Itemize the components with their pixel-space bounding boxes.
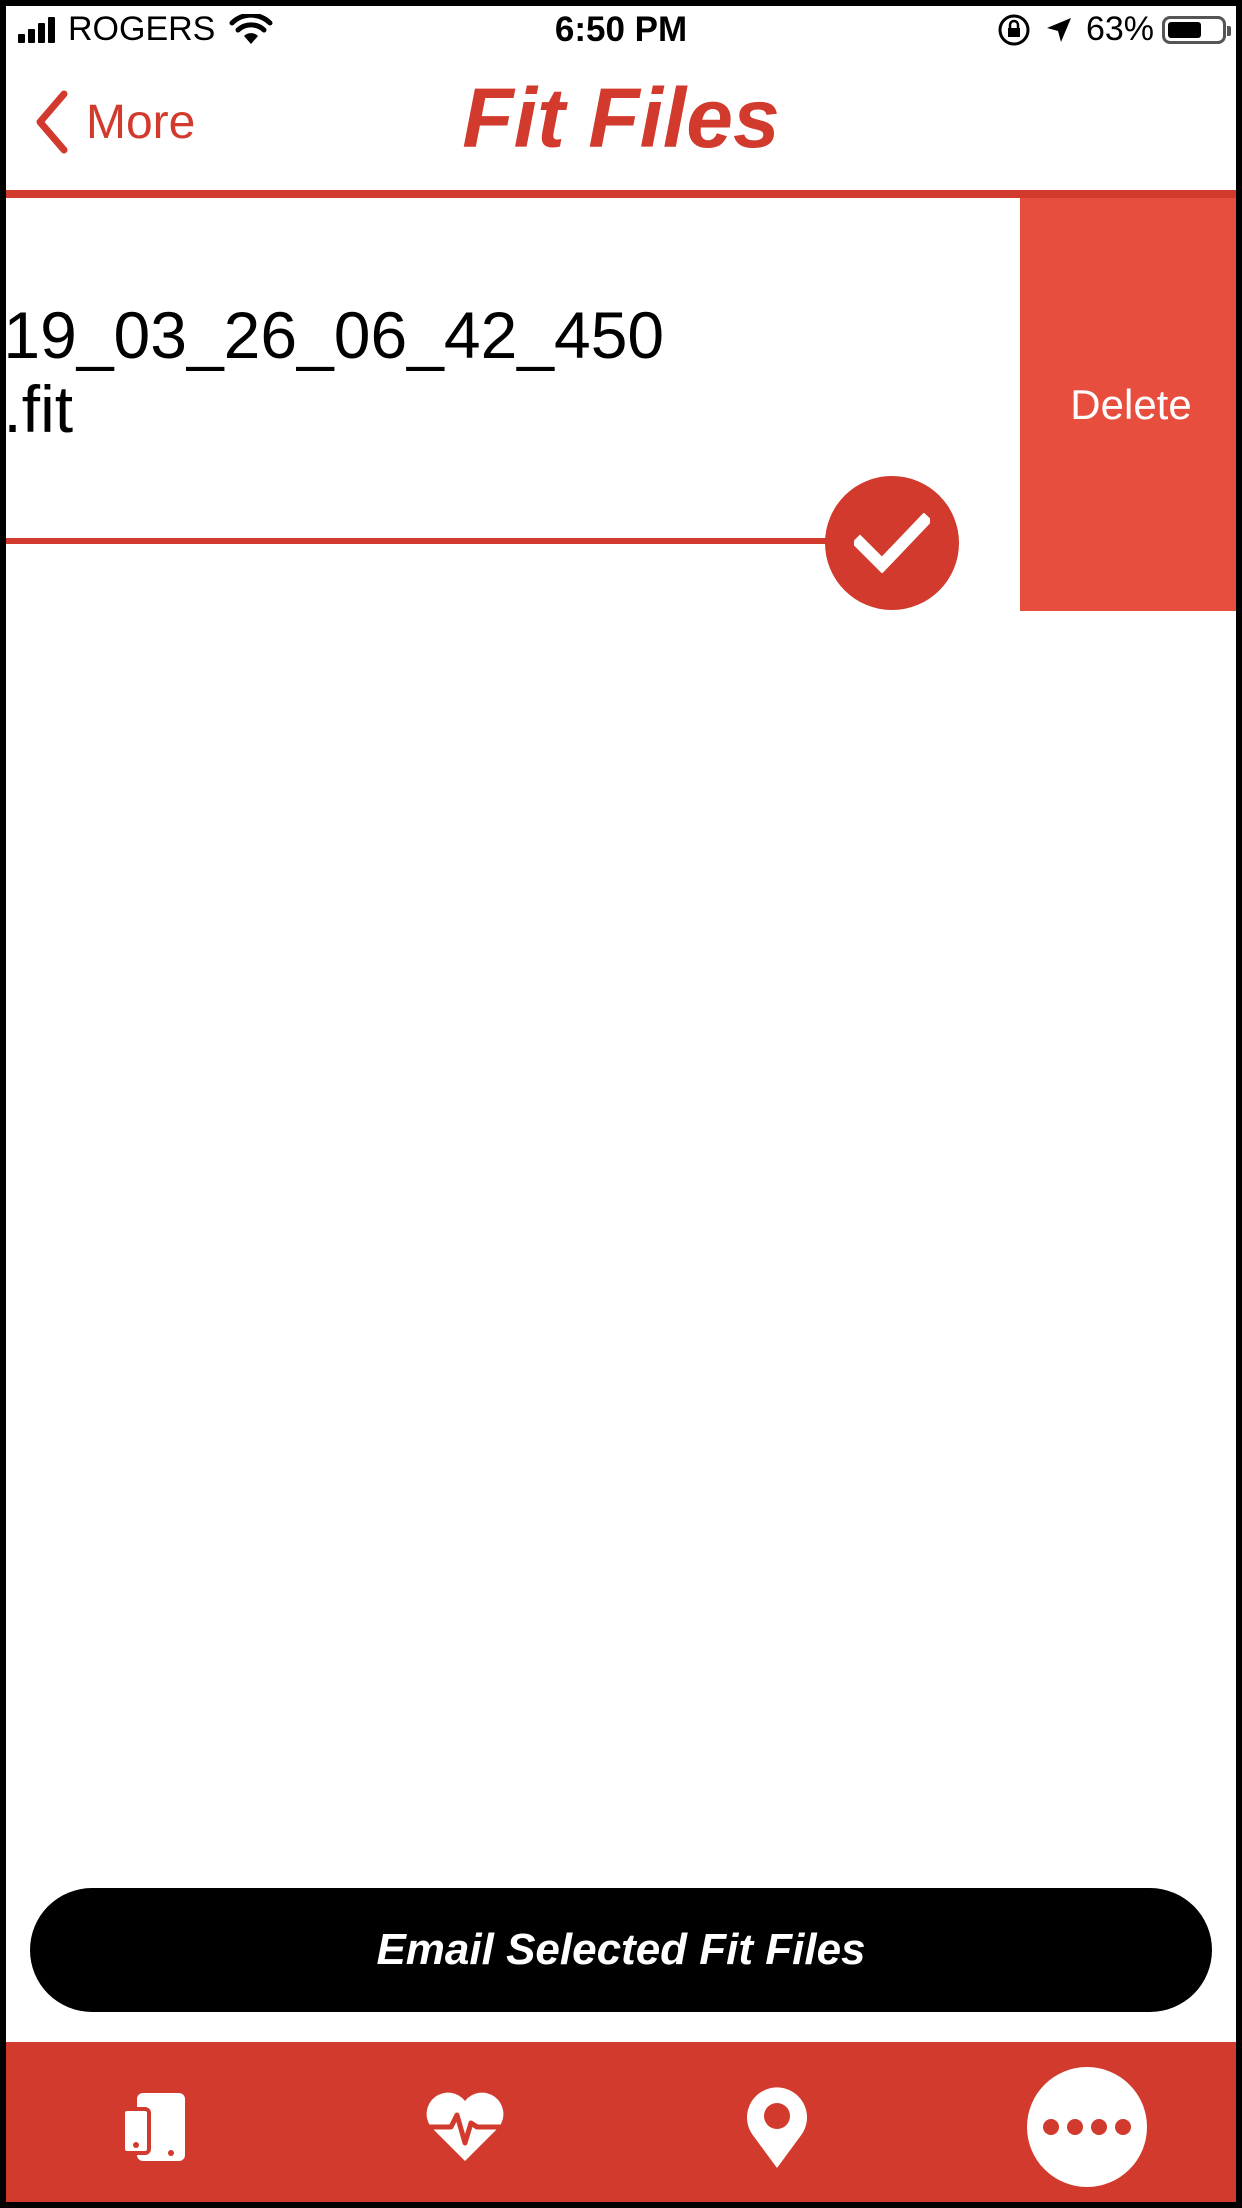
checkmark-icon [854,513,930,573]
file-selected-checkbox[interactable] [825,476,959,610]
tab-devices[interactable] [90,2062,220,2192]
more-dots-icon [1043,2119,1131,2135]
delete-button[interactable]: Delete [1020,198,1242,611]
row-underline [0,538,830,544]
battery-percent: 63% [1085,10,1154,48]
file-row-content[interactable]: 2019_03_26_06_42_45080.fit [0,198,1020,611]
header-divider [0,190,1242,198]
page-title: Fit Files [462,71,780,165]
file-name: 2019_03_26_06_42_45080.fit [0,298,665,446]
email-selected-label: Email Selected Fit Files [376,1925,866,1974]
rotation-lock-icon [998,14,1030,45]
tab-more-highlight [1027,2067,1147,2187]
devices-icon [121,2093,185,2161]
tab-bar [0,2042,1242,2208]
tab-location[interactable] [712,2062,842,2192]
delete-button-label: Delete [1070,380,1192,428]
tab-heart-rate[interactable] [400,2062,530,2192]
email-selected-button[interactable]: Email Selected Fit Files [30,1888,1212,2012]
status-right: 63% [996,10,1231,49]
heart-rate-icon [425,2092,505,2161]
location-arrow-icon [1046,17,1071,42]
navigation-bar: More Fit Files [0,60,1242,190]
battery-icon [1162,15,1231,44]
file-row[interactable]: 2019_03_26_06_42_45080.fit Delete [0,198,1242,611]
status-bar: ROGERS 6:50 PM 63% [0,0,1242,60]
tab-more[interactable] [1022,2062,1152,2192]
location-pin-icon [747,2087,807,2168]
